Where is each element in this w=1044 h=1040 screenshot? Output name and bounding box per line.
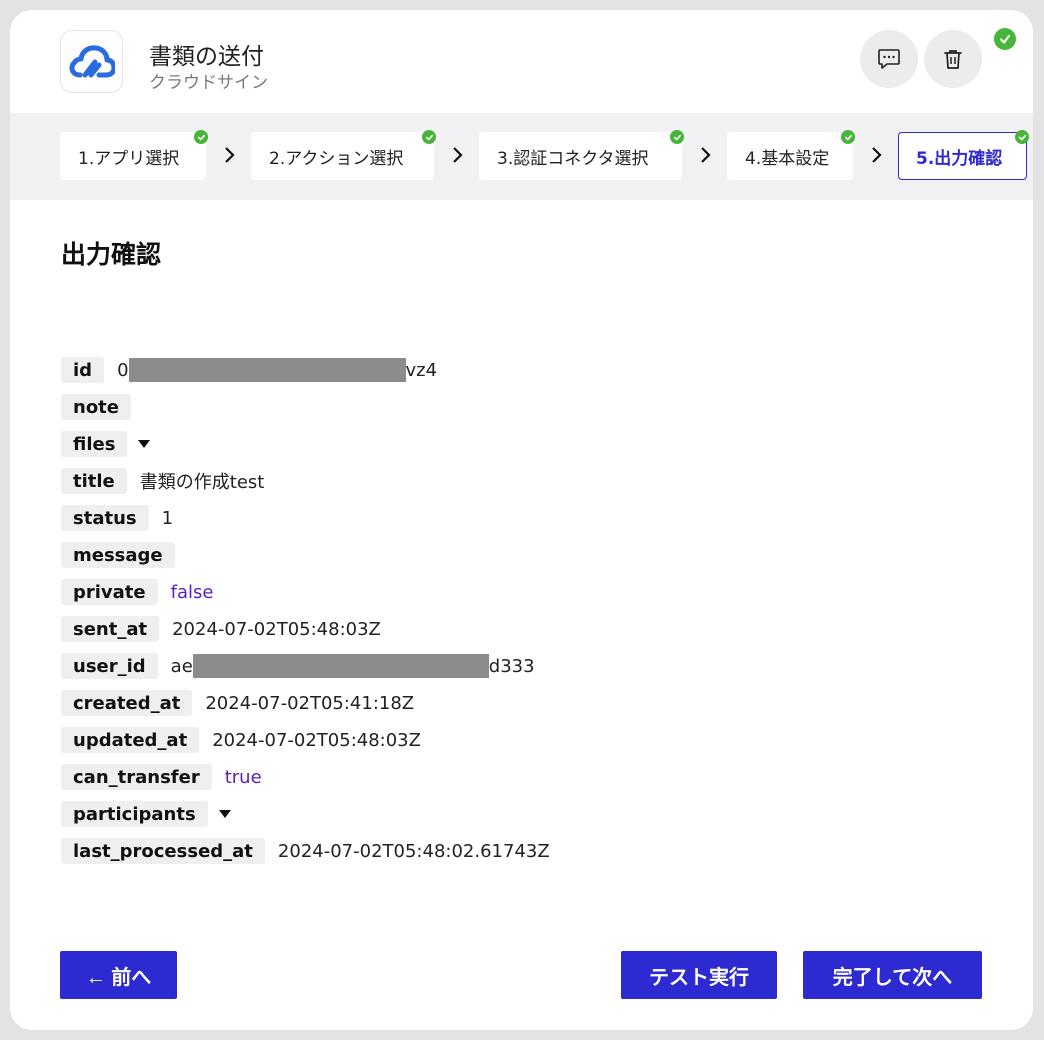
field-value: 0 vz4 bbox=[117, 358, 437, 382]
field-value: 2024-07-02T05:48:03Z bbox=[212, 729, 421, 751]
redacted-block bbox=[192, 654, 489, 678]
step-app-select[interactable]: 1.アプリ選択 bbox=[60, 130, 208, 180]
trash-icon bbox=[944, 50, 962, 69]
step-label: 2.アクション選択 bbox=[269, 148, 404, 169]
field-row-id: id 0 vz4 bbox=[61, 356, 437, 384]
field-value: 2024-07-02T05:41:18Z bbox=[205, 692, 415, 714]
check-icon bbox=[999, 34, 1011, 44]
cloudsign-logo bbox=[60, 30, 123, 93]
field-row-user-id: user_id ae d333 bbox=[61, 652, 535, 680]
field-value: true bbox=[224, 766, 262, 788]
field-key: message bbox=[61, 542, 175, 568]
field-row-sent-at: sent_at 2024-07-02T05:48:03Z bbox=[61, 615, 381, 643]
app-name: クラウドサイン bbox=[149, 73, 268, 93]
field-row-can-transfer: can_transfer true bbox=[61, 763, 262, 791]
cloud-icon bbox=[69, 44, 115, 77]
back-button[interactable]: ← 前へ bbox=[60, 951, 177, 999]
step-output-check[interactable]: 5.出力確認 bbox=[898, 130, 1029, 180]
field-key: note bbox=[61, 394, 131, 420]
chevron-right-icon bbox=[453, 147, 463, 163]
field-key: user_id bbox=[61, 653, 158, 679]
step-action-select[interactable]: 2.アクション選択 bbox=[251, 130, 436, 180]
chevron-right-icon bbox=[701, 147, 711, 163]
section-title: 出力確認 bbox=[61, 240, 162, 269]
field-key: title bbox=[61, 468, 127, 494]
field-value: 書類の作成test bbox=[139, 472, 265, 493]
page-title: 書類の送付 bbox=[149, 44, 264, 70]
check-icon bbox=[1015, 130, 1029, 144]
field-key: files bbox=[61, 431, 128, 457]
value-prefix: 0 bbox=[117, 359, 129, 381]
check-icon bbox=[670, 130, 684, 144]
caret-down-icon[interactable] bbox=[218, 809, 232, 819]
step-label: 4.基本設定 bbox=[745, 148, 830, 169]
field-row-updated-at: updated_at 2024-07-02T05:48:03Z bbox=[61, 726, 421, 754]
field-row-title: title 書類の作成test bbox=[61, 467, 264, 495]
delete-button[interactable] bbox=[924, 30, 982, 88]
test-run-button[interactable]: テスト実行 bbox=[621, 951, 777, 999]
comment-button[interactable] bbox=[860, 30, 918, 88]
field-row-participants[interactable]: participants bbox=[61, 800, 232, 828]
step-navigation: 1.アプリ選択 2.アクション選択 3.認証コネクタ選択 4.基本設定 5.出力… bbox=[10, 113, 1033, 200]
field-key: last_processed_at bbox=[61, 838, 265, 864]
field-row-files[interactable]: files bbox=[61, 430, 151, 458]
chevron-right-icon bbox=[872, 147, 882, 163]
value-suffix: vz4 bbox=[405, 359, 438, 381]
step-basic-settings[interactable]: 4.基本設定 bbox=[727, 130, 855, 180]
caret-down-icon[interactable] bbox=[137, 439, 151, 449]
header: 書類の送付 クラウドサイン bbox=[10, 10, 1033, 113]
field-row-private: private false bbox=[61, 578, 213, 606]
field-row-last-processed-at: last_processed_at 2024-07-02T05:48:02.61… bbox=[61, 837, 550, 865]
field-value: false bbox=[170, 581, 214, 603]
field-row-note: note bbox=[61, 393, 131, 421]
field-key: created_at bbox=[61, 690, 193, 716]
field-key: status bbox=[61, 505, 149, 531]
finish-next-button[interactable]: 完了して次へ bbox=[803, 951, 982, 999]
field-value: 2024-07-02T05:48:03Z bbox=[172, 618, 381, 640]
field-row-created-at: created_at 2024-07-02T05:41:18Z bbox=[61, 689, 414, 717]
field-key: can_transfer bbox=[61, 764, 212, 790]
field-key: updated_at bbox=[61, 727, 200, 753]
field-value: ae d333 bbox=[171, 654, 535, 678]
field-key: id bbox=[61, 357, 105, 383]
comment-icon bbox=[878, 49, 900, 69]
step-label: 1.アプリ選択 bbox=[78, 148, 180, 169]
check-icon bbox=[422, 130, 436, 144]
check-icon bbox=[841, 130, 855, 144]
check-icon bbox=[194, 130, 208, 144]
field-value: 1 bbox=[161, 507, 174, 529]
field-key: private bbox=[61, 579, 158, 605]
field-row-message: message bbox=[61, 541, 175, 569]
field-key: participants bbox=[61, 801, 208, 827]
redacted-block bbox=[128, 358, 406, 382]
value-suffix: d333 bbox=[488, 655, 535, 677]
connector-settings-card: 書類の送付 クラウドサイン 1.アプリ選択 2.アクション選択 3.認証コネクタ… bbox=[10, 10, 1033, 1030]
step-label: 5.出力確認 bbox=[916, 148, 1003, 169]
status-badge bbox=[994, 28, 1016, 50]
field-key: sent_at bbox=[61, 616, 160, 642]
value-prefix: ae bbox=[170, 655, 193, 677]
step-label: 3.認証コネクタ選択 bbox=[497, 148, 649, 169]
chevron-right-icon bbox=[225, 147, 235, 163]
field-value: 2024-07-02T05:48:02.61743Z bbox=[277, 840, 550, 862]
field-row-status: status 1 bbox=[61, 504, 173, 532]
step-auth-connector-select[interactable]: 3.認証コネクタ選択 bbox=[479, 130, 684, 180]
